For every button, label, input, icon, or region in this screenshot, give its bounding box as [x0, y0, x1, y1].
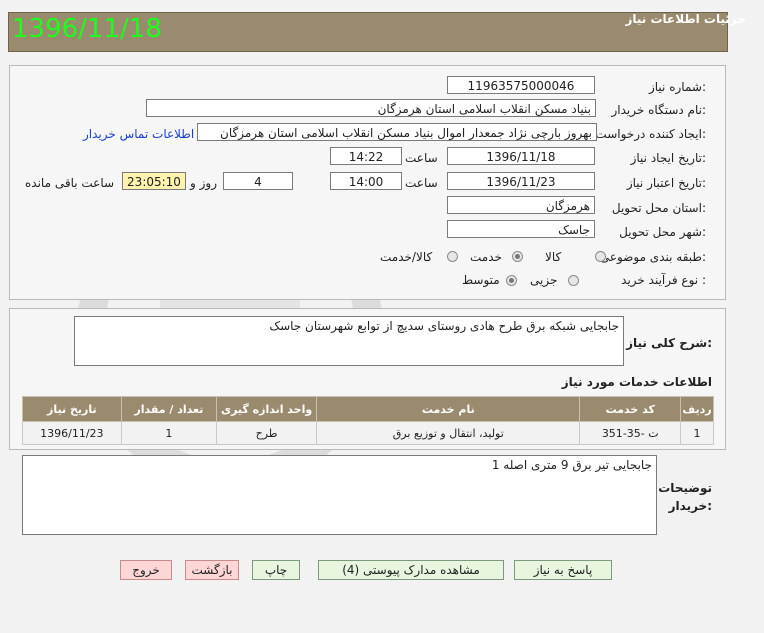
requester-field: بهروز بارچی نژاد جمعدار اموال بنیاد مسکن… — [197, 123, 597, 141]
radio-goods-service[interactable] — [447, 251, 458, 262]
col-need-date: تاریخ نیاز — [22, 396, 122, 422]
cell-service-name: تولید، انتقال و توزیع برق — [316, 421, 581, 445]
cell-need-date: 1396/11/23 — [22, 421, 122, 445]
city-field: جاسک — [447, 220, 595, 238]
radio-medium[interactable] — [506, 275, 517, 286]
province-label: استان محل تحویل: — [611, 201, 706, 215]
col-unit: واحد اندازه گیری — [216, 396, 318, 422]
requester-label: ایجاد کننده درخواست: — [595, 127, 706, 141]
col-row: ردیف — [680, 396, 714, 422]
notes-label-line2: خریدار: — [668, 499, 712, 513]
need-number-field: 1196357500004‌6 — [447, 76, 595, 94]
col-service-name: نام خدمت — [316, 396, 581, 422]
validity-time-field: 14:00 — [330, 172, 402, 190]
radio-minor[interactable] — [568, 275, 579, 286]
cell-service-code: ت -35-351 — [579, 421, 682, 445]
created-date-field: 1396/11/18 — [447, 147, 595, 165]
radio-minor-label: جزیی — [530, 273, 558, 287]
buyer-org-label: نام دستگاه خریدار: — [611, 103, 707, 117]
services-table: ردیف کد خدمت نام خدمت واحد اندازه گیری ت… — [22, 396, 714, 445]
buyer-org-field: بنیاد مسکن انقلاب اسلامی استان هرمزگان — [146, 99, 596, 117]
radio-goods[interactable] — [595, 251, 606, 262]
reply-button[interactable]: پاسخ به نیاز — [514, 560, 612, 580]
days-label: روز و — [190, 176, 217, 190]
header-date: 1396/11/18 — [12, 14, 162, 44]
contact-buyer-link[interactable]: اطلاعات تماس خریدار — [83, 127, 194, 141]
cell-quantity: 1 — [120, 421, 218, 445]
notes-textarea: جابجایی تیر برق 9 متری اصله 1 — [22, 455, 657, 535]
province-field: هرمزگان — [447, 196, 595, 214]
cell-row: 1 — [680, 421, 714, 445]
category-label: طبقه بندی موضوعی: — [599, 250, 706, 264]
back-button[interactable]: بازگشت — [185, 560, 239, 580]
page-title: جزئیات اطلاعات نیاز — [625, 12, 746, 26]
days-field: 4 — [223, 172, 293, 190]
summary-textarea: جابجایی شبکه برق طرح هادی روستای سدیچ از… — [74, 316, 624, 366]
validity-date-field: 1396/11/23 — [447, 172, 595, 190]
remaining-time-field: 23:05:10 — [122, 172, 186, 190]
validity-time-label: ساعت — [405, 176, 438, 190]
table-row: 1 ت -35-351 تولید، انتقال و توزیع برق طر… — [22, 421, 714, 445]
radio-goods-service-label: کالا/خدمت — [380, 250, 433, 264]
created-time-field: 14:22 — [330, 147, 402, 165]
exit-button[interactable]: خروج — [120, 560, 172, 580]
need-number-label: شماره نیاز: — [648, 80, 706, 94]
col-quantity: تعداد / مقدار — [120, 396, 218, 422]
created-time-label: ساعت — [405, 151, 438, 165]
radio-goods-label: کالا — [545, 250, 562, 264]
services-header-row: ردیف کد خدمت نام خدمت واحد اندازه گیری ت… — [22, 396, 714, 422]
created-date-label: تاریخ ایجاد نیاز: — [630, 151, 706, 165]
radio-service[interactable] — [512, 251, 523, 262]
services-title: اطلاعات خدمات مورد نیاز — [561, 375, 712, 389]
radio-service-label: خدمت — [470, 250, 502, 264]
cell-unit: طرح — [216, 421, 318, 445]
remaining-label: ساعت باقی مانده — [25, 176, 115, 190]
process-label: نوع فرآیند خرید : — [621, 273, 706, 287]
city-label: شهر محل تحویل: — [619, 225, 706, 239]
print-button[interactable]: چاپ — [252, 560, 300, 580]
col-service-code: کد خدمت — [579, 396, 682, 422]
radio-medium-label: متوسط — [462, 273, 500, 287]
summary-label: شرح کلی نیاز: — [626, 336, 712, 350]
attachments-button[interactable]: مشاهده مدارک پیوستی (4) — [318, 560, 504, 580]
validity-date-label: تاریخ اعتبار نیاز: — [626, 176, 706, 190]
notes-label-line1: توضیحات — [658, 481, 712, 495]
